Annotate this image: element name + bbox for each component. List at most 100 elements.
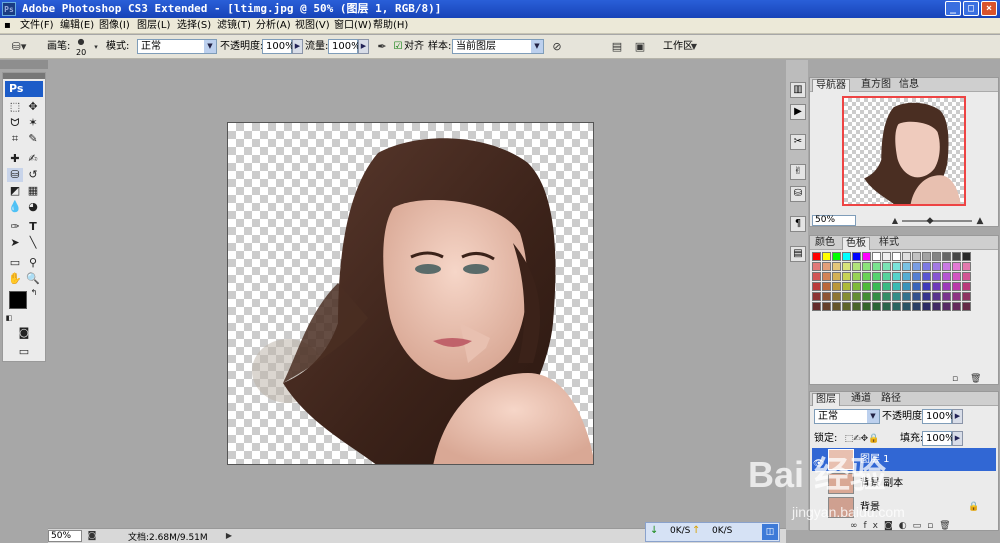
color-swatch[interactable]: [842, 262, 851, 271]
menu-help[interactable]: 帮助(H): [373, 19, 408, 33]
crop-tool-icon[interactable]: ⌗: [7, 132, 23, 146]
color-swatch[interactable]: [902, 292, 911, 301]
color-swatch[interactable]: [882, 262, 891, 271]
color-swatch[interactable]: [862, 272, 871, 281]
type-tool-icon[interactable]: T: [25, 220, 41, 234]
color-swatch[interactable]: [882, 252, 891, 261]
paragraph-panel-icon[interactable]: ¶: [790, 216, 806, 232]
eraser-tool-icon[interactable]: ◩: [7, 184, 23, 198]
color-swatch[interactable]: [872, 292, 881, 301]
color-swatch[interactable]: [862, 282, 871, 291]
menu-ps-icon[interactable]: ▪: [4, 19, 11, 33]
ignore-adjustment-icon[interactable]: ⊘: [550, 40, 564, 54]
color-swatch[interactable]: [862, 292, 871, 301]
color-swatch[interactable]: [922, 262, 931, 271]
delete-swatch-icon[interactable]: 🗑: [970, 372, 981, 386]
color-swatch[interactable]: [902, 272, 911, 281]
color-swatch[interactable]: [932, 272, 941, 281]
color-swatch[interactable]: [942, 262, 951, 271]
color-swatch[interactable]: [932, 282, 941, 291]
quick-mask-icon[interactable]: ◙: [15, 326, 33, 340]
magic-wand-tool-icon[interactable]: ✶: [25, 116, 41, 130]
menu-layer[interactable]: 图层(L): [137, 19, 170, 33]
zoom-in-icon[interactable]: ▲: [974, 214, 986, 228]
flow-slider-button[interactable]: ▶: [358, 39, 369, 54]
pen-tool-icon[interactable]: ✑: [7, 220, 23, 234]
color-swatch[interactable]: [912, 262, 921, 271]
menu-image[interactable]: 图像(I): [99, 19, 130, 33]
marquee-tool-icon[interactable]: ⬚: [7, 100, 23, 114]
slice-tool-icon[interactable]: ✎: [25, 132, 41, 146]
color-swatch[interactable]: [822, 282, 831, 291]
tab-color[interactable]: 颜色: [812, 237, 838, 250]
layers-footer-icons[interactable]: ∞fx◙◐▭▫🗑: [850, 521, 990, 531]
layer-opacity-slider-button[interactable]: ▶: [952, 409, 963, 424]
color-swatch[interactable]: [892, 292, 901, 301]
color-swatch[interactable]: [862, 302, 871, 311]
color-swatch[interactable]: [902, 302, 911, 311]
actions-panel-icon[interactable]: ▶: [790, 104, 806, 120]
tool-presets-icon[interactable]: ✂: [790, 134, 806, 150]
clone-source-icon[interactable]: ⛁: [790, 186, 806, 202]
sample-select[interactable]: 当前图层 ▼: [452, 39, 544, 54]
color-swatch[interactable]: [892, 302, 901, 311]
color-swatch[interactable]: [892, 262, 901, 271]
color-swatch[interactable]: [922, 272, 931, 281]
tab-channels[interactable]: 通道: [848, 393, 874, 406]
color-swatch[interactable]: [842, 282, 851, 291]
layer-opacity-input[interactable]: 100%: [922, 409, 955, 424]
color-swatch[interactable]: [952, 272, 961, 281]
menu-select[interactable]: 选择(S): [177, 19, 211, 33]
color-swatch[interactable]: [912, 252, 921, 261]
screen-mode-icon[interactable]: ▭: [15, 345, 33, 359]
bridge-icon[interactable]: ▣: [632, 40, 648, 54]
status-menu-arrow-icon[interactable]: ▶: [224, 529, 234, 543]
color-swatch[interactable]: [932, 292, 941, 301]
color-swatch[interactable]: [882, 272, 891, 281]
color-swatch[interactable]: [932, 252, 941, 261]
dodge-tool-icon[interactable]: ◕: [25, 200, 41, 214]
color-swatch[interactable]: [902, 262, 911, 271]
blend-mode-select[interactable]: 正常 ▼: [814, 409, 880, 424]
tray-app-icon[interactable]: ◫: [762, 524, 778, 540]
color-swatch[interactable]: [852, 272, 861, 281]
color-swatch[interactable]: [832, 272, 841, 281]
palette-well-icon[interactable]: ▤: [610, 40, 624, 54]
color-swatch[interactable]: [832, 262, 841, 271]
color-swatch[interactable]: [952, 282, 961, 291]
color-swatch[interactable]: [812, 252, 821, 261]
color-swatch[interactable]: [822, 292, 831, 301]
color-swatch[interactable]: [822, 262, 831, 271]
menu-view[interactable]: 视图(V): [295, 19, 330, 33]
brush-dropdown-icon[interactable]: ▾: [92, 40, 100, 54]
healing-brush-tool-icon[interactable]: ✚: [7, 152, 23, 166]
color-swatch[interactable]: [922, 282, 931, 291]
color-swatch[interactable]: [842, 252, 851, 261]
hand-tool-icon[interactable]: ✋: [7, 272, 23, 286]
status-zoom-input[interactable]: 50%: [48, 530, 82, 542]
notes-tool-icon[interactable]: ▭: [7, 256, 23, 270]
color-swatch[interactable]: [922, 252, 931, 261]
color-swatch[interactable]: [832, 292, 841, 301]
color-swatch[interactable]: [832, 252, 841, 261]
color-swatch[interactable]: [932, 302, 941, 311]
clone-stamp-tool-icon[interactable]: ⛁: [7, 168, 23, 182]
move-tool-icon[interactable]: ✥: [25, 100, 41, 114]
menu-analysis[interactable]: 分析(A): [256, 19, 291, 33]
line-tool-icon[interactable]: ╲: [25, 236, 41, 250]
color-swatch[interactable]: [862, 252, 871, 261]
color-swatch[interactable]: [852, 252, 861, 261]
color-swatch[interactable]: [912, 292, 921, 301]
menu-file[interactable]: 文件(F): [20, 19, 54, 33]
color-swatch[interactable]: [952, 302, 961, 311]
toolbox-collapse-bar[interactable]: [0, 60, 48, 69]
close-button[interactable]: ×: [981, 1, 997, 16]
color-swatch[interactable]: [962, 302, 971, 311]
color-swatch[interactable]: [872, 302, 881, 311]
new-swatch-icon[interactable]: ▫: [950, 372, 960, 386]
color-swatch[interactable]: [822, 272, 831, 281]
color-swatch[interactable]: [942, 292, 951, 301]
tab-paths[interactable]: 路径: [878, 393, 904, 406]
lasso-tool-icon[interactable]: ᗢ: [7, 116, 23, 130]
navigator-preview[interactable]: [842, 96, 966, 206]
